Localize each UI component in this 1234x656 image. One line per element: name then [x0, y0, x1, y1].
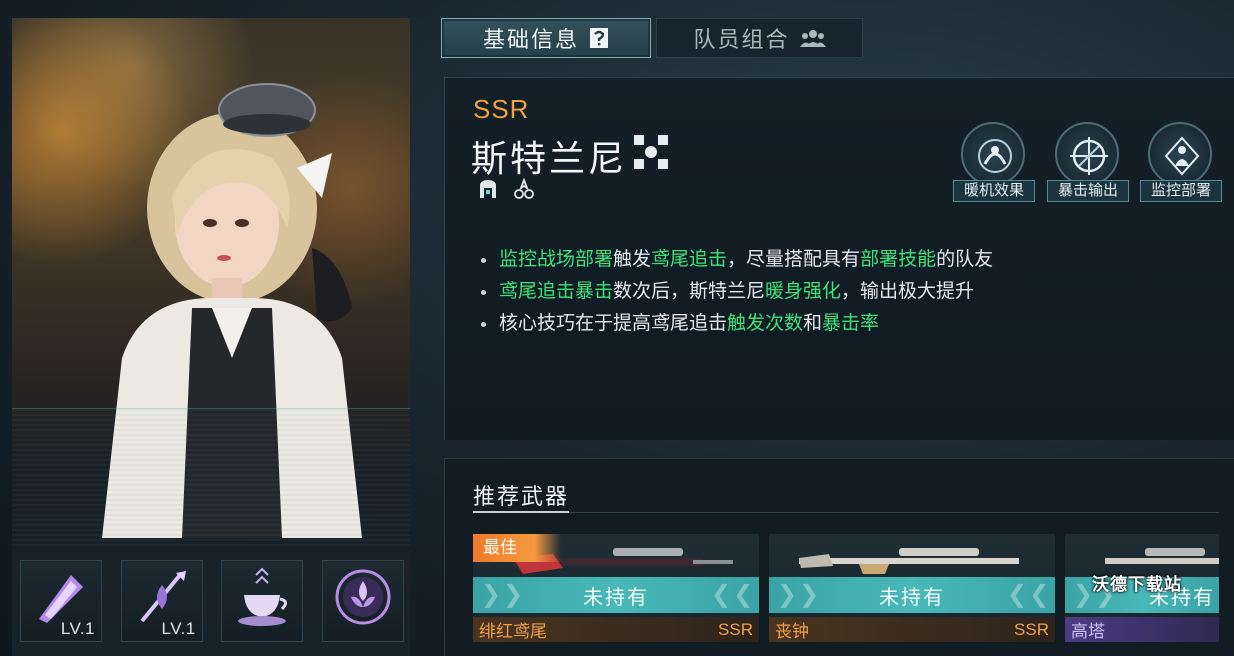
tip-highlight: 鸢尾追击	[651, 249, 728, 270]
tab-basic-info[interactable]: 基础信息	[441, 18, 651, 58]
character-name: 斯特兰尼	[471, 138, 628, 179]
tip-highlight: 鸢尾追击暴击	[499, 281, 614, 302]
ownership-status: 未持有	[583, 586, 649, 609]
weapon-footer: 高塔	[1065, 617, 1219, 642]
fleur-spear-icon	[140, 571, 186, 623]
crosshair-icon	[1070, 137, 1108, 175]
ownership-status: 未持有	[879, 586, 945, 609]
weapon-name: 高塔	[1071, 622, 1105, 641]
tip-line-3: 核心技巧在于提高鸢尾追击触发次数和暴击率	[479, 308, 993, 340]
portrait-scanline-overlay	[12, 408, 410, 548]
trait-ring	[961, 122, 1025, 186]
weapon-card-2[interactable]: ❯❯ 未持有 ❮❮ 丧钟 SSR	[769, 534, 1055, 642]
site-watermark: 沃德下载站	[1092, 575, 1182, 594]
energy-blade-icon	[39, 575, 83, 623]
weapon-type-icon	[514, 178, 534, 199]
weapon-name: 丧钟	[775, 622, 809, 641]
chevron-right-icon: ❮❮	[1007, 581, 1052, 608]
teacup-icon	[238, 567, 288, 626]
skill-level: LV.1	[161, 619, 196, 638]
tip-text: 数次后，斯特兰尼	[613, 281, 766, 302]
weapon-footer: 绯红鸢尾 SSR	[473, 617, 759, 642]
tip-highlight: 部署技能	[860, 249, 937, 270]
title-divider	[569, 512, 1219, 513]
tip-text: ，输出极大提升	[841, 281, 975, 302]
tab-basic-info-label: 基础信息	[482, 27, 579, 52]
tip-text: 触发	[613, 249, 652, 270]
weapons-title: 推荐武器	[473, 484, 570, 509]
character-info-panel: SSR 斯特兰尼 暖机效果 暴击输出 监控部署 监控战场部署触发鸢尾追击，尽量搭…	[444, 77, 1234, 440]
trait-ring	[1148, 122, 1212, 186]
skill-level: LV.1	[60, 619, 95, 638]
weapon-footer: 丧钟 SSR	[769, 617, 1055, 642]
trait-ring	[1055, 122, 1119, 186]
tip-text: ，尽量搭配具有	[727, 249, 861, 270]
character-rarity: SSR	[473, 94, 530, 124]
ownership-bar: ❯❯ 未持有 ❮❮	[769, 577, 1055, 613]
fleur-emblem-icon	[335, 569, 391, 625]
tip-highlight: 暴击率	[822, 313, 880, 334]
tip-text: 核心技巧在于提高鸢尾追击	[499, 313, 728, 334]
weapon-name: 绯红鸢尾	[479, 622, 547, 641]
element-badge-icon	[634, 135, 668, 169]
info-card-icon	[590, 28, 608, 48]
weapon-rarity: SSR	[718, 619, 753, 639]
tip-highlight: 暖身强化	[765, 281, 842, 302]
skill-slot-1[interactable]: LV.1	[20, 560, 102, 642]
tip-text: 的队友	[936, 249, 994, 270]
trait-monitor-deploy[interactable]: 监控部署	[1140, 122, 1222, 202]
recommended-weapons-panel: 推荐武器 最佳 ❯❯ 未持有 ❮❮ 绯红鸢尾 SSR ❯❯ 未持有 ❮❮ 丧钟 …	[444, 458, 1234, 656]
monitor-deploy-icon	[1164, 136, 1200, 176]
rifle-icon	[799, 548, 1019, 574]
tab-team-combo[interactable]: 队员组合	[656, 18, 863, 58]
weapon-rarity: SSR	[1014, 619, 1049, 639]
warmup-icon	[978, 139, 1012, 173]
tip-highlight: 监控战场部署	[499, 249, 614, 270]
strategy-tips: 监控战场部署触发鸢尾追击，尽量搭配具有部署技能的队友 鸢尾追击暴击数次后，斯特兰…	[479, 244, 993, 340]
ownership-bar: ❯❯ 未持有 ❮❮	[473, 577, 759, 613]
tip-highlight: 触发次数	[727, 313, 804, 334]
tip-line-1: 监控战场部署触发鸢尾追击，尽量搭配具有部署技能的队友	[479, 244, 993, 276]
tip-text: 和	[803, 313, 823, 334]
trait-crit-output[interactable]: 暴击输出	[1047, 122, 1129, 202]
trait-label: 暴击输出	[1047, 180, 1129, 202]
team-group-icon	[799, 30, 826, 47]
class-role-icon	[480, 180, 496, 198]
trait-label: 暖机效果	[953, 180, 1035, 202]
trait-label: 监控部署	[1140, 180, 1222, 202]
chevron-left-icon: ❯❯	[481, 581, 526, 608]
title-underline	[473, 511, 569, 513]
chevron-right-icon: ❮❮	[711, 581, 756, 608]
chevron-left-icon: ❯❯	[777, 581, 822, 608]
tip-line-2: 鸢尾追击暴击数次后，斯特兰尼暖身强化，输出极大提升	[479, 276, 993, 308]
skill-slot-4[interactable]	[321, 560, 404, 642]
best-tag: 最佳	[473, 534, 561, 562]
skill-slots: LV.1 LV.1	[20, 560, 404, 642]
skill-slot-3[interactable]	[221, 560, 304, 642]
skill-slot-2[interactable]: LV.1	[120, 560, 203, 642]
trait-warmup[interactable]: 暖机效果	[953, 122, 1035, 202]
weapon-card-1[interactable]: 最佳 ❯❯ 未持有 ❮❮ 绯红鸢尾 SSR	[473, 534, 759, 642]
tab-team-combo-label: 队员组合	[693, 27, 790, 52]
